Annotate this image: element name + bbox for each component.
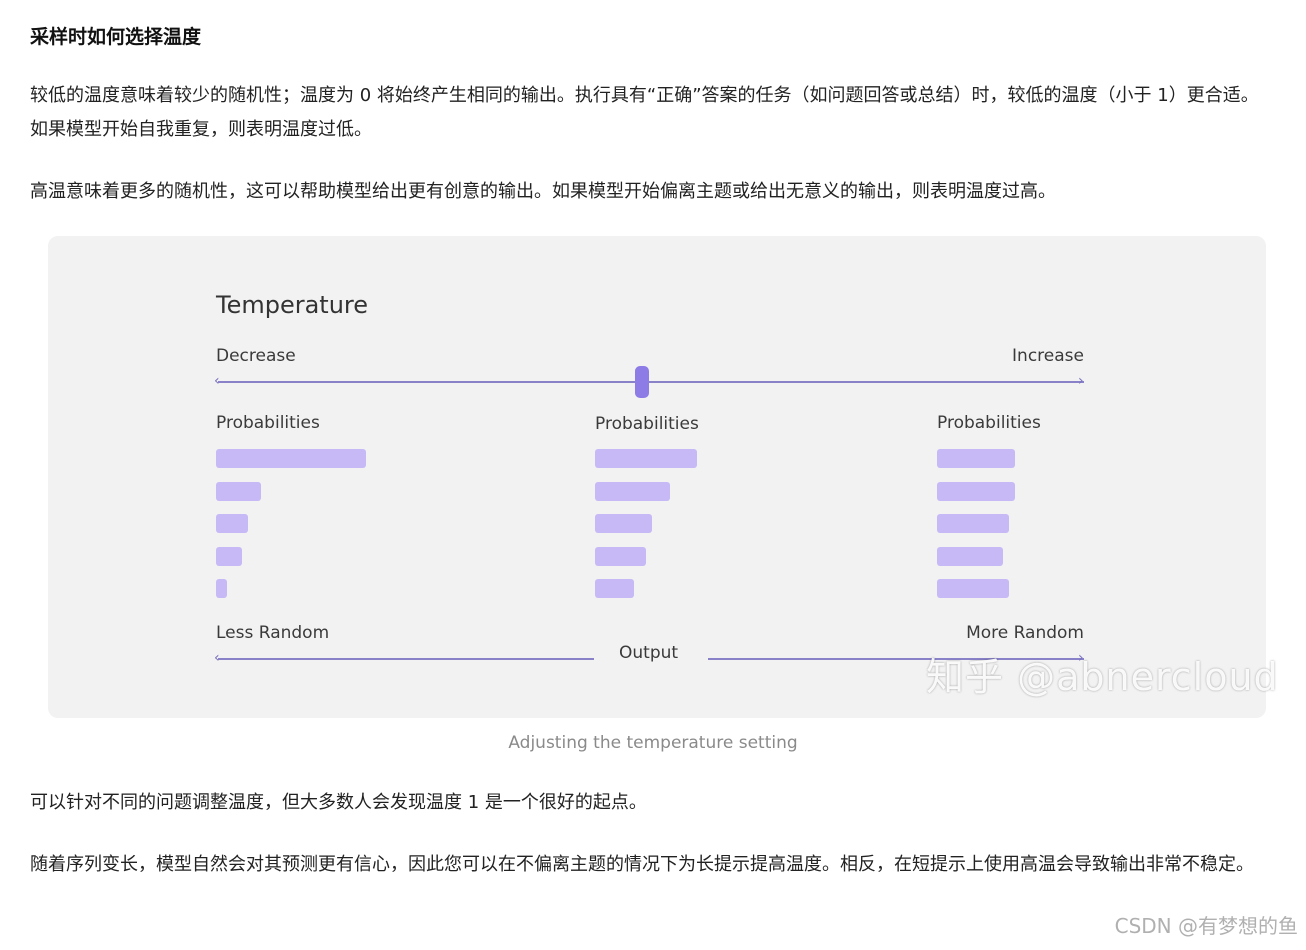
probability-bar-mid-temperature-1 [595,449,697,468]
paragraph-sequence-length: 随着序列变长，模型自然会对其预测更有信心，因此您可以在不偏离主题的情况下为长提示… [30,854,1254,875]
probability-bar-high-temperature-1 [937,449,1015,468]
probability-bar-mid-temperature-3 [595,514,652,533]
probabilities-label-low: Probabilities [216,413,320,433]
increase-label: Increase [1012,346,1084,366]
probability-bar-high-temperature-5 [937,579,1009,598]
probability-bar-high-temperature-3 [937,514,1009,533]
decrease-label: Decrease [216,346,296,366]
temperature-figure: Temperature Decrease Increase ‹ › Probab… [48,236,1278,718]
temperature-axis [218,381,1084,383]
figure-title: Temperature [216,291,369,319]
less-random-label: Less Random [216,623,330,643]
probability-bar-low-temperature-3 [216,514,248,533]
probability-bar-high-temperature-4 [937,546,1003,566]
probability-bar-low-temperature-1 [216,449,366,468]
axis-right-arrow-icon: › [1078,373,1084,389]
more-random-label: More Random [966,623,1084,643]
csdn-watermark: CSDN @有梦想的鱼 [1114,914,1298,938]
section-heading: 采样时如何选择温度 [30,26,202,48]
figure-caption: Adjusting the temperature setting [508,733,798,753]
probability-bar-low-temperature-2 [216,481,261,501]
axis-left-arrow-icon: ‹ [214,373,220,389]
temperature-slider-handle[interactable] [635,366,649,398]
output-axis-left [218,658,594,660]
output-left-arrow-icon: ‹ [214,650,220,666]
probability-bar-mid-temperature-2 [595,481,670,501]
paragraph-low-temperature: 较低的温度意味着较少的随机性；温度为 0 将始终产生相同的输出。执行具有“正确”… [30,85,1259,140]
output-label: Output [619,643,679,663]
probability-bar-low-temperature-4 [216,546,242,566]
paragraph-high-temperature: 高温意味着更多的随机性，这可以帮助模型给出更有创意的输出。如果模型开始偏离主题或… [30,181,1056,202]
probability-bar-high-temperature-2 [937,481,1015,501]
probability-bar-mid-temperature-4 [595,546,646,566]
probability-bar-mid-temperature-5 [595,579,634,598]
probabilities-label-mid: Probabilities [595,414,699,434]
zhihu-watermark: 知乎 @abnercloud [926,655,1279,699]
probability-bar-low-temperature-5 [216,579,227,598]
paragraph-starting-point: 可以针对不同的问题调整温度，但大多数人会发现温度 1 是一个很好的起点。 [30,792,647,813]
probabilities-label-high: Probabilities [937,413,1041,433]
